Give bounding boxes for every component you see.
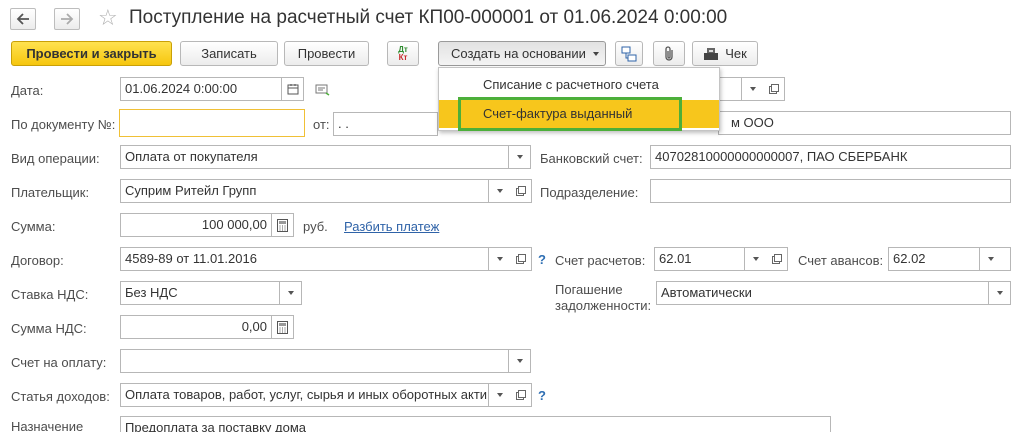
advance-account-dropdown[interactable] [980,247,1002,271]
favorite-star-icon[interactable]: ☆ [98,5,118,31]
vat-sum-input[interactable]: 0,00 [120,315,272,339]
forward-button[interactable] [54,8,80,30]
debt-repayment-label: Погашение [555,282,623,297]
debt-repayment-select[interactable]: Автоматически [656,281,989,305]
income-item-input[interactable]: Оплата товаров, работ, услуг, сырья и ин… [120,383,489,407]
arrow-right-icon [61,13,74,25]
payment-invoice-input[interactable] [120,349,509,373]
open-form-icon [768,84,779,94]
calendar-button[interactable] [282,77,304,101]
paperclip-icon [665,45,673,61]
vat-rate-label: Ставка НДС: [11,287,89,302]
open-form-icon [515,390,526,400]
contract-input[interactable]: 4589-89 от 11.01.2016 [120,247,489,271]
comment-icon[interactable] [315,84,331,99]
operation-type-label: Вид операции: [11,151,100,166]
split-payment-link[interactable]: Разбить платеж [344,219,439,234]
contract-open-button[interactable] [510,247,532,271]
contract-label: Договор: [11,253,64,268]
structure-button[interactable] [615,41,643,66]
receipt-button[interactable]: Чек [692,41,758,66]
currency-label: руб. [303,219,328,234]
vat-rate-dropdown[interactable] [280,281,302,305]
contract-help-icon[interactable]: ? [538,252,546,267]
organization-dropdown[interactable] [742,77,764,101]
post-and-close-button[interactable]: Провести и закрыть [11,41,172,66]
date-label: Дата: [11,83,44,98]
settlement-account-label: Счет расчетов: [555,253,646,268]
income-help-icon[interactable]: ? [538,388,546,403]
dt-kt-icon: Дт Кт [398,44,408,62]
calculator-icon [277,218,288,232]
calculator-button[interactable] [272,213,294,237]
payment-invoice-dropdown[interactable] [509,349,531,373]
chevron-down-icon [593,52,599,56]
doc-number-label: По документу №: [11,117,116,132]
attach-files-button[interactable] [653,41,685,66]
organization-input[interactable]: м ООО [718,111,1011,135]
operation-type-select[interactable]: Оплата от покупателя [120,145,509,169]
advance-account-input[interactable]: 62.02 [888,247,980,271]
advance-account-label: Счет авансов: [798,253,884,268]
cash-register-icon [704,47,719,60]
menu-item-bank-withdrawal[interactable]: Списание с расчетного счета [439,71,719,99]
from-label: от: [313,117,330,132]
save-button[interactable]: Записать [180,41,278,66]
document-structure-icon [621,46,637,61]
income-item-label: Статья доходов: [11,389,110,404]
payer-input[interactable]: Суприм Ритейл Групп [120,179,489,203]
advance-account-open-button[interactable] [1001,247,1011,271]
payer-open-button[interactable] [510,179,532,203]
debt-repayment-label-2: задолженности: [555,298,652,313]
dt-kt-button[interactable]: Дт Кт [387,41,419,66]
bank-account-input[interactable]: 40702810000000000007, ПАО СБЕРБАНК [650,145,1011,169]
income-item-dropdown[interactable] [489,383,511,407]
arrow-left-icon [16,13,29,25]
open-form-icon [515,254,526,264]
doc-number-input[interactable] [119,109,305,137]
payer-dropdown[interactable] [489,179,511,203]
doc-date-input[interactable]: . . [333,112,438,136]
open-form-icon [771,254,782,264]
debt-repayment-dropdown[interactable] [989,281,1011,305]
date-input[interactable]: 01.06.2024 0:00:00 [120,77,282,101]
back-button[interactable] [10,8,36,30]
purpose-label: Назначение [11,419,84,432]
calculator-icon [277,320,288,334]
organization-open-button[interactable] [763,77,785,101]
bank-account-label: Банковский счет: [540,151,643,166]
vat-calculator-button[interactable] [272,315,294,339]
payment-invoice-label: Счет на оплату: [11,355,107,370]
vat-sum-label: Сумма НДС: [11,321,87,336]
income-item-open-button[interactable] [510,383,532,407]
division-input[interactable] [650,179,1011,203]
post-button[interactable]: Провести [284,41,369,66]
highlight-frame [458,97,682,131]
payer-label: Плательщик: [11,185,90,200]
vat-rate-select[interactable]: Без НДС [120,281,280,305]
organization-input-edge[interactable] [718,77,742,101]
contract-dropdown[interactable] [489,247,511,271]
page-title: Поступление на расчетный счет КП00-00000… [129,7,728,28]
create-based-on-button[interactable]: Создать на основании [438,41,606,66]
sum-input[interactable]: 100 000,00 [120,213,272,237]
division-label: Подразделение: [540,185,639,200]
purpose-textarea[interactable]: Предоплата за поставку дома [120,416,831,432]
operation-type-dropdown[interactable] [509,145,531,169]
settlement-account-open-button[interactable] [766,247,788,271]
settlement-account-input[interactable]: 62.01 [654,247,745,271]
open-form-icon [515,186,526,196]
calendar-icon [287,84,298,95]
settlement-account-dropdown[interactable] [745,247,767,271]
sum-label: Сумма: [11,219,56,234]
